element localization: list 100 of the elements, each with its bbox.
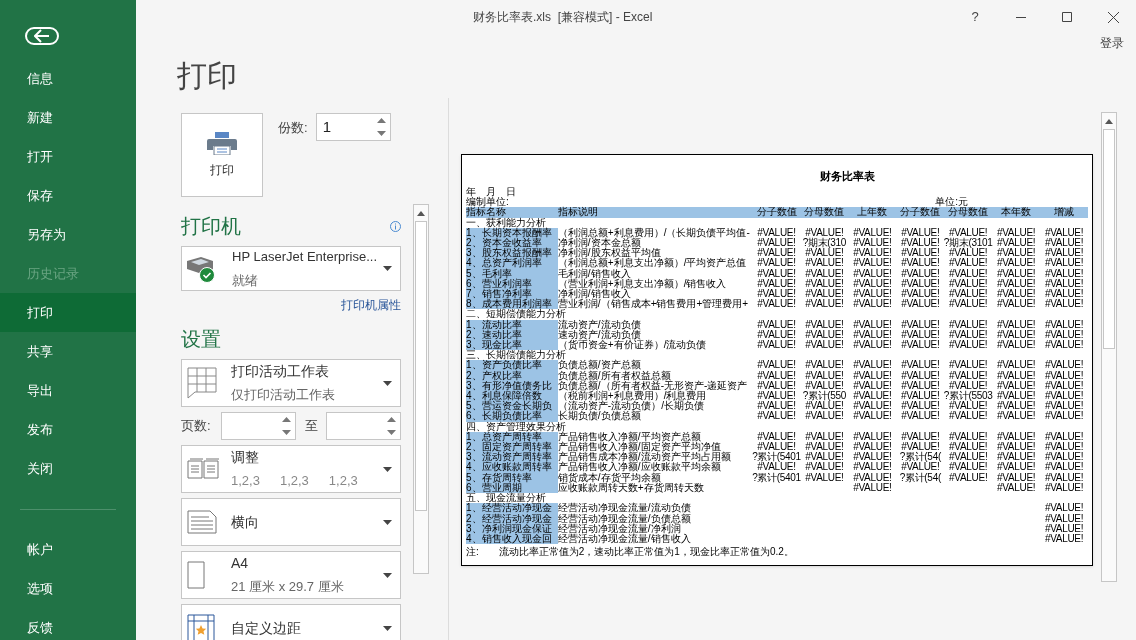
value-cell-text: #VALUE! — [949, 380, 988, 391]
value-cell: #VALUE! — [901, 268, 940, 279]
nav-item[interactable]: 发布 — [0, 410, 136, 449]
value-cell: #VALUE! — [805, 227, 844, 238]
nav-item[interactable]: 选项 — [0, 569, 136, 608]
value-cell: #VALUE! — [757, 360, 796, 371]
value-cell: #VALUE! — [996, 258, 1036, 269]
scroll-up-icon[interactable] — [417, 210, 425, 216]
value-cell-text: #VALUE! — [853, 431, 892, 442]
option-title: A4 — [231, 554, 250, 574]
value-cell: #VALUE! — [949, 319, 988, 330]
value-cell: #VALUE! — [996, 411, 1036, 422]
value-cell-text: #VALUE! — [901, 431, 940, 442]
nav-item[interactable]: 新建 — [0, 98, 136, 137]
value-cell: #VALUE! — [805, 268, 844, 279]
value-cell: #VALUE! — [853, 268, 892, 279]
help-button[interactable]: ? — [952, 0, 998, 34]
option-subtitle: 21 厘米 x 29.7 厘米 — [231, 578, 345, 597]
print-button[interactable]: 打印 — [181, 113, 263, 197]
nav-item[interactable]: 保存 — [0, 176, 136, 215]
sign-in-link[interactable]: 登录 — [1100, 34, 1124, 52]
indicator-name: 4、销售收入现金回 — [466, 533, 558, 545]
window-title: 财务比率表.xls [兼容模式] - Excel — [473, 9, 653, 26]
back-button[interactable] — [25, 27, 59, 45]
printer-heading: 打印机 — [181, 214, 241, 239]
paper-size-dropdown[interactable]: A4 21 厘米 x 29.7 厘米 — [181, 551, 401, 599]
value-cell: #VALUE! — [997, 391, 1036, 402]
value-cell: #VALUE! — [757, 258, 796, 269]
copies-field[interactable]: 1 — [315, 113, 391, 141]
spin-arrows-icon[interactable] — [376, 117, 386, 137]
formula-cell-text: （利润总额+利息支出净额）/平均资产总值 — [557, 258, 748, 269]
value-cell: #VALUE! — [901, 462, 940, 473]
value-cell: #VALUE! — [1044, 248, 1084, 259]
section-heading: 五、现金流量分析 — [466, 493, 546, 504]
value-cell: #VALUE! — [996, 462, 1036, 473]
column-heading: 分母数值 — [948, 207, 990, 218]
value-cell: #VALUE! — [996, 360, 1036, 371]
page-from-field[interactable] — [221, 412, 296, 440]
settings-scrollbar[interactable] — [413, 204, 429, 574]
printer-ready-icon — [185, 254, 217, 283]
scroll-up-icon[interactable] — [1105, 118, 1113, 124]
value-cell: #VALUE! — [949, 370, 988, 381]
value-cell: #VALUE! — [853, 340, 892, 351]
option-title: 横向 — [231, 512, 260, 532]
collate-sequence: 1,2,3 — [279, 472, 309, 491]
indicator-name: 3、净利润现金保证 — [466, 523, 558, 534]
spin-arrows-icon[interactable] — [387, 416, 396, 436]
value-cell-text: #VALUE! — [901, 278, 940, 289]
margins-dropdown[interactable]: 自定义边距 — [181, 604, 401, 640]
value-cell: #VALUE! — [757, 401, 796, 412]
info-icon — [390, 220, 401, 232]
scroll-thumb[interactable] — [1103, 129, 1115, 349]
value-cell: #VALUE! — [805, 289, 844, 300]
formula-cell-text: 流动资产/流动负债 — [557, 319, 642, 330]
pages-label: 页数: — [181, 417, 212, 436]
value-cell: #VALUE! — [901, 258, 940, 269]
value-cell: #VALUE! — [853, 258, 892, 269]
preview-scrollbar[interactable] — [1101, 112, 1117, 582]
value-cell: #VALUE! — [1044, 391, 1084, 402]
printer-dropdown[interactable]: HP LaserJet Enterprise... 就绪 — [181, 246, 401, 291]
orientation-dropdown[interactable]: 横向 — [181, 498, 401, 546]
back-arrow-icon — [34, 29, 50, 43]
value-cell: #VALUE! — [901, 401, 940, 412]
nav-item[interactable]: 帐户 — [0, 530, 136, 569]
value-cell: #VALUE! — [1044, 340, 1084, 351]
nav-item[interactable]: 导出 — [0, 371, 136, 410]
print-range-dropdown[interactable]: 打印活动工作表 仅打印活动工作表 — [181, 359, 401, 407]
value-cell-text: #VALUE! — [996, 329, 1036, 340]
page-to-field[interactable] — [326, 412, 401, 440]
nav-item[interactable]: 打印 — [0, 293, 136, 332]
value-cell: #VALUE! — [853, 391, 892, 402]
nav-item[interactable]: 打开 — [0, 137, 136, 176]
value-cell: #VALUE! — [901, 442, 940, 453]
value-cell-text: #VALUE! — [996, 431, 1036, 442]
value-cell: #VALUE! — [853, 360, 892, 371]
value-cell: #VALUE! — [949, 268, 988, 279]
column-heading: 本年数 — [1000, 207, 1033, 218]
formula-cell-text: 负债总额/（所有者权益-无形资产-递延资产 — [557, 380, 749, 391]
value-cell: #VALUE! — [901, 340, 940, 351]
value-cell: #VALUE! — [757, 442, 796, 453]
nav-item[interactable]: 共享 — [0, 332, 136, 371]
scroll-thumb[interactable] — [415, 221, 427, 511]
nav-item[interactable]: 另存为 — [0, 215, 136, 254]
value-cell: #VALUE! — [997, 452, 1036, 463]
column-heading: 分母数值 — [803, 207, 846, 218]
printer-icon — [207, 131, 237, 155]
value-cell: #VALUE! — [949, 340, 988, 351]
formula-cell-text: 产品销售收入净额/平均资产总额 — [557, 431, 702, 442]
spin-arrows-icon[interactable] — [282, 416, 291, 436]
nav-item[interactable]: 关闭 — [0, 449, 136, 488]
nav-item[interactable]: 反馈 — [0, 608, 136, 640]
formula-cell-text: 毛利润/销售收入 — [557, 268, 631, 279]
nav-item[interactable]: 信息 — [0, 59, 136, 98]
value-cell: #VALUE! — [853, 462, 892, 473]
collate-dropdown[interactable]: 调整 1,2,3 1,2,3 1,2,3 — [181, 445, 401, 493]
value-cell: #VALUE! — [1044, 227, 1084, 238]
printer-properties-link[interactable]: 打印机属性 — [341, 296, 401, 314]
value-cell: #VALUE! — [1044, 452, 1084, 463]
indicator-name: 1、资产负债比率 — [466, 360, 558, 371]
value-cell: #VALUE! — [996, 227, 1036, 238]
